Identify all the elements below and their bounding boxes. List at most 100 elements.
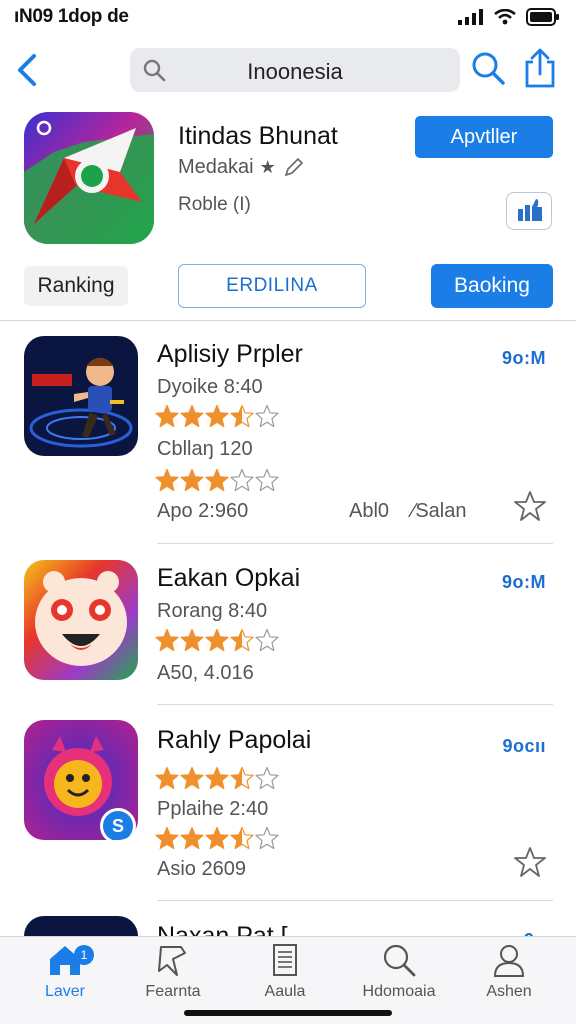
star-icon — [205, 826, 229, 850]
star-icon — [255, 404, 279, 428]
tab-label: Laver — [44, 983, 86, 1000]
app-size: 9ocıı — [502, 736, 546, 756]
rating-stars — [155, 404, 279, 428]
segment-row: Ranking ERDILINA Baoking — [0, 264, 576, 308]
search-icon — [383, 944, 416, 977]
app-size: 9o:M — [502, 348, 546, 368]
star-icon — [180, 826, 204, 850]
app-line-2: Asio 2609 — [157, 858, 246, 880]
tab-account[interactable]: Ashen — [454, 943, 564, 1015]
app-line-3: Apo 2:960 — [157, 500, 249, 522]
row-divider — [157, 900, 553, 901]
app-extra-1: Abl0 — [349, 500, 390, 522]
star-icon — [230, 404, 254, 428]
star-icon — [255, 826, 279, 850]
search-field[interactable]: Inoonesia — [130, 48, 460, 92]
row-divider — [157, 543, 553, 544]
search-icon[interactable] — [470, 50, 506, 86]
app-title: Aplisiy Prpler — [157, 340, 303, 368]
bookmark-icon — [158, 946, 186, 976]
tab-search[interactable]: Hdomoaia — [344, 943, 454, 1015]
app-extra-2: ⁄Salan — [412, 500, 467, 522]
tab-label: Aaula — [264, 983, 306, 1000]
game-character-icon — [24, 336, 138, 456]
app-line-2: Cbllaŋ 120 — [157, 438, 253, 460]
app-size: 9o:M — [502, 572, 546, 592]
app-icon[interactable] — [24, 336, 138, 456]
thumbs-up-icon — [518, 199, 542, 221]
star-icon — [230, 766, 254, 790]
featured-app-icon[interactable] — [24, 112, 154, 244]
star-icon — [255, 468, 279, 492]
row-divider — [157, 704, 553, 705]
star-icon — [205, 404, 229, 428]
star-icon — [180, 628, 204, 652]
home-indicator — [184, 1010, 392, 1016]
back-chevron-icon[interactable] — [14, 52, 42, 88]
star-icon — [255, 628, 279, 652]
star-icon — [180, 404, 204, 428]
developer-name: Medakai — [178, 156, 254, 178]
rating-stars — [155, 628, 279, 652]
thumbs-up-button[interactable] — [506, 192, 552, 230]
featured-app: Itindas Bhunat Medakai ★ Roble (I) Apvtl… — [0, 110, 576, 260]
star-icon — [205, 628, 229, 652]
star-icon — [155, 766, 179, 790]
featured-app-developer[interactable]: Medakai ★ — [178, 156, 304, 179]
tab-label: Hdomoaia — [362, 983, 436, 1000]
app-line-2: A50, 4.016 — [157, 662, 254, 684]
tab-label: Fearnta — [145, 983, 201, 1000]
tab-featured[interactable]: Fearnta — [118, 943, 228, 1015]
star-icon — [230, 628, 254, 652]
app-line-1: Pplaihe 2:40 — [157, 798, 269, 820]
share-icon[interactable] — [522, 48, 558, 88]
app-icon[interactable]: S — [24, 720, 138, 840]
get-app-button[interactable]: Apvtller — [415, 116, 553, 158]
list-item[interactable]: Eakan Opkai 9o:M Rorang 8:40 A50, 4.016 — [0, 558, 576, 704]
signal-icon — [458, 9, 483, 25]
category-chip[interactable]: ERDILINA — [178, 264, 366, 308]
favorite-star-icon[interactable] — [514, 490, 546, 522]
star-icon — [180, 468, 204, 492]
battery-icon — [526, 8, 559, 26]
app-title: Rahly Papolai — [157, 726, 312, 754]
tab-label: Ashen — [486, 983, 532, 1000]
featured-app-title: Itindas Bhunat — [178, 122, 338, 150]
smiling-face-icon — [24, 560, 138, 680]
ranking-chip[interactable]: Ranking — [24, 266, 128, 306]
star-icon — [155, 404, 179, 428]
person-icon — [493, 945, 525, 977]
featured-app-meta: Roble (I) — [178, 194, 251, 215]
rating-stars — [155, 766, 279, 790]
star-icon — [205, 766, 229, 790]
tab-documents[interactable]: Aaula — [230, 943, 340, 1015]
pencil-icon — [284, 157, 303, 176]
app-line-1: Dyoike 8:40 — [157, 376, 263, 398]
tab-home[interactable]: 1 Laver — [10, 943, 120, 1015]
app-icon[interactable] — [24, 916, 138, 938]
star-icon: ★ — [259, 157, 276, 177]
app-icon[interactable] — [24, 560, 138, 680]
status-badge: S — [100, 808, 136, 840]
list-item[interactable]: Aplisiy Prpler 9o:M Dyoike 8:40 Cbllaŋ 1… — [0, 334, 576, 544]
status-bar: ıN09 1dop de — [0, 0, 576, 34]
list-item[interactable]: S Rahly Papolai 9ocıı Pplaihe 2:40 Asio … — [0, 718, 576, 900]
star-icon — [155, 468, 179, 492]
star-icon — [155, 826, 179, 850]
list-item[interactable]: Naxan Pat [ 9o — [0, 914, 576, 938]
rating-stars — [155, 826, 279, 850]
booking-button[interactable]: Baoking — [431, 264, 553, 308]
star-icon — [205, 468, 229, 492]
star-icon — [230, 468, 254, 492]
star-icon — [180, 766, 204, 790]
app-logo-icon — [24, 112, 154, 244]
carrier-text: ıN09 1dop de — [14, 6, 129, 27]
app-title: Eakan Opkai — [157, 564, 301, 592]
status-icons — [458, 8, 560, 26]
search-query-text: Inoonesia — [247, 59, 343, 84]
section-divider — [0, 320, 576, 321]
star-icon — [155, 628, 179, 652]
wifi-icon — [494, 9, 516, 25]
favorite-star-icon[interactable] — [514, 846, 546, 878]
notification-badge: 1 — [74, 945, 94, 965]
